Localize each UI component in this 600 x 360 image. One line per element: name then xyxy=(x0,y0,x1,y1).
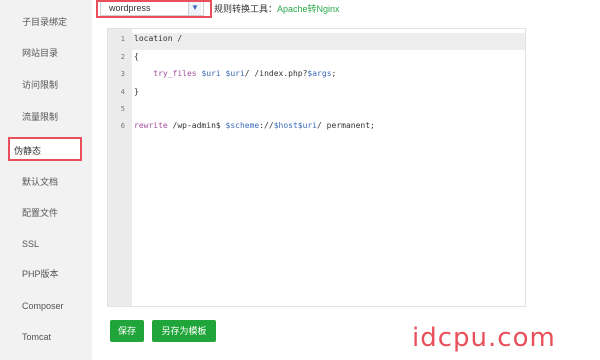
chevron-down-icon[interactable]: ▼ xyxy=(188,2,201,15)
sidebar-item-tomcat[interactable]: Tomcat xyxy=(6,325,86,349)
sidebar-item-ssl[interactable]: SSL xyxy=(6,232,86,256)
code-line: { xyxy=(134,52,139,61)
rule-convert-hint: 规则转换工具：Apache转Nginx xyxy=(214,2,340,15)
sidebar-item-subdir-binding[interactable]: 子目录绑定 xyxy=(6,10,86,34)
apache-to-nginx-link[interactable]: Apache转Nginx xyxy=(277,4,340,14)
line-number: 5 xyxy=(120,105,125,113)
code-line: } xyxy=(134,87,139,96)
sidebar-item-access-limit[interactable]: 访问限制 xyxy=(6,73,86,97)
line-number: 6 xyxy=(120,122,125,130)
code-text: / permanent; xyxy=(317,121,375,130)
sidebar-item-config-file[interactable]: 配置文件 xyxy=(6,201,86,225)
code-variable: $args xyxy=(307,69,332,78)
sidebar-item-composer[interactable]: Composer xyxy=(6,294,86,318)
code-line: rewrite /wp-admin$ $scheme://$host$uri/ … xyxy=(134,121,375,130)
code-line: location / xyxy=(134,34,183,43)
code-keyword: try_files xyxy=(134,69,202,78)
sidebar-item-default-document[interactable]: 默认文档 xyxy=(6,170,86,194)
rule-select-value: wordpress xyxy=(109,3,151,13)
line-number: 1 xyxy=(120,35,125,43)
sidebar-item-site-directory[interactable]: 网站目录 xyxy=(6,41,86,65)
sidebar-item-rewrite[interactable]: 伪静态 xyxy=(8,137,82,161)
line-number: 2 xyxy=(120,53,125,61)
code-variable: $uri xyxy=(297,121,318,130)
code-line: try_files $uri $uri/ /index.php?$args; xyxy=(134,69,336,78)
save-as-template-button[interactable]: 另存为模板 xyxy=(152,320,216,342)
code-text: ; xyxy=(331,69,337,78)
code-variable: $uri xyxy=(201,69,221,78)
code-text: / /index.php? xyxy=(244,69,308,78)
rewrite-code-editor[interactable]: 1 2 3 4 5 6 location / { try_files $uri … xyxy=(107,28,526,307)
code-keyword: rewrite xyxy=(134,121,168,130)
rule-select[interactable]: wordpress ▼ xyxy=(100,2,204,16)
line-number: 4 xyxy=(120,88,125,96)
watermark: idcpu.com xyxy=(412,323,556,353)
rule-convert-label: 规则转换工具： xyxy=(214,4,278,14)
line-number: 3 xyxy=(120,70,125,78)
code-variable: $uri xyxy=(225,69,245,78)
active-line-highlight xyxy=(132,33,525,50)
sidebar-item-traffic-limit[interactable]: 流量限制 xyxy=(6,105,86,129)
code-text: :// xyxy=(259,121,274,130)
code-variable: $host xyxy=(273,121,298,130)
sidebar-item-php-version[interactable]: PHP版本 xyxy=(6,262,86,286)
rule-select-highlight: wordpress ▼ xyxy=(96,0,212,18)
code-variable: $scheme xyxy=(225,121,260,130)
save-button[interactable]: 保存 xyxy=(110,320,144,342)
code-text: /wp-admin$ xyxy=(167,121,226,130)
sidebar: 子目录绑定 网站目录 访问限制 流量限制 伪静态 默认文档 配置文件 SSL P… xyxy=(0,0,92,360)
